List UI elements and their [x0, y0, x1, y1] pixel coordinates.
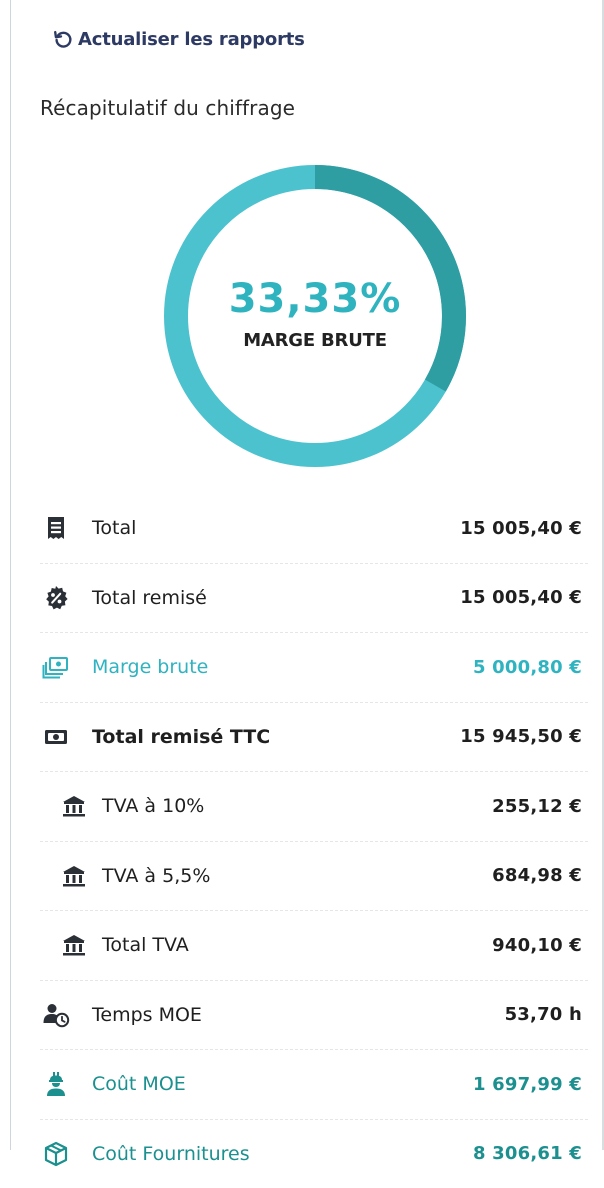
bank-icon [58, 860, 90, 892]
row-label: Total TVA [102, 934, 492, 956]
row-value: 15 945,50 € [460, 726, 582, 747]
margin-label: MARGE BRUTE [243, 330, 387, 351]
row-value: 684,98 € [492, 865, 582, 886]
row-value: 53,70 h [505, 1004, 582, 1025]
bank-icon [58, 929, 90, 961]
row-value: 940,10 € [492, 935, 582, 956]
refresh-reports-label: Actualiser les rapports [78, 29, 305, 50]
row-label: Marge brute [92, 656, 473, 678]
row-total-remise-ttc: Total remisé TTC 15 945,50 € [40, 703, 588, 773]
row-label: Total remisé TTC [92, 726, 460, 748]
row-label: Coût Fournitures [92, 1143, 473, 1165]
refresh-icon [52, 28, 74, 50]
user-clock-icon [40, 999, 72, 1031]
banknote-icon [40, 721, 72, 753]
summary-list: Total 15 005,40 € Total remisé 15 005,40… [40, 494, 588, 1188]
receipt-icon [40, 512, 72, 544]
row-label: Coût MOE [92, 1073, 473, 1095]
bank-icon [58, 790, 90, 822]
row-value: 5 000,80 € [473, 657, 582, 678]
panel-left-border [10, 0, 11, 1150]
row-value: 15 005,40 € [460, 587, 582, 608]
row-value: 15 005,40 € [460, 518, 582, 539]
discount-badge-icon [40, 582, 72, 614]
row-label: Total [92, 517, 460, 539]
row-total: Total 15 005,40 € [40, 494, 588, 564]
row-cout-moe: Coût MOE 1 697,99 € [40, 1050, 588, 1120]
summary-title: Récapitulatif du chiffrage [40, 96, 295, 120]
row-label: TVA à 10% [102, 795, 492, 817]
row-value: 255,12 € [492, 796, 582, 817]
row-label: Temps MOE [92, 1004, 505, 1026]
row-value: 1 697,99 € [473, 1074, 582, 1095]
margin-percent: 33,33% [229, 276, 402, 322]
row-value: 8 306,61 € [473, 1143, 582, 1164]
row-tva-10: TVA à 10% 255,12 € [40, 772, 588, 842]
worker-icon [40, 1068, 72, 1100]
row-label: Total remisé [92, 587, 460, 609]
box-icon [40, 1138, 72, 1170]
row-temps-moe: Temps MOE 53,70 h [40, 981, 588, 1051]
row-label: TVA à 5,5% [102, 865, 492, 887]
row-total-remise: Total remisé 15 005,40 € [40, 564, 588, 634]
row-cout-fournitures: Coût Fournitures 8 306,61 € [40, 1120, 588, 1188]
row-total-tva: Total TVA 940,10 € [40, 911, 588, 981]
row-tva-5-5: TVA à 5,5% 684,98 € [40, 842, 588, 912]
margin-donut-chart: 33,33% MARGE BRUTE [161, 162, 469, 470]
money-stack-icon [40, 651, 72, 683]
refresh-reports-button[interactable]: Actualiser les rapports [52, 28, 305, 50]
row-marge-brute: Marge brute 5 000,80 € [40, 633, 588, 703]
